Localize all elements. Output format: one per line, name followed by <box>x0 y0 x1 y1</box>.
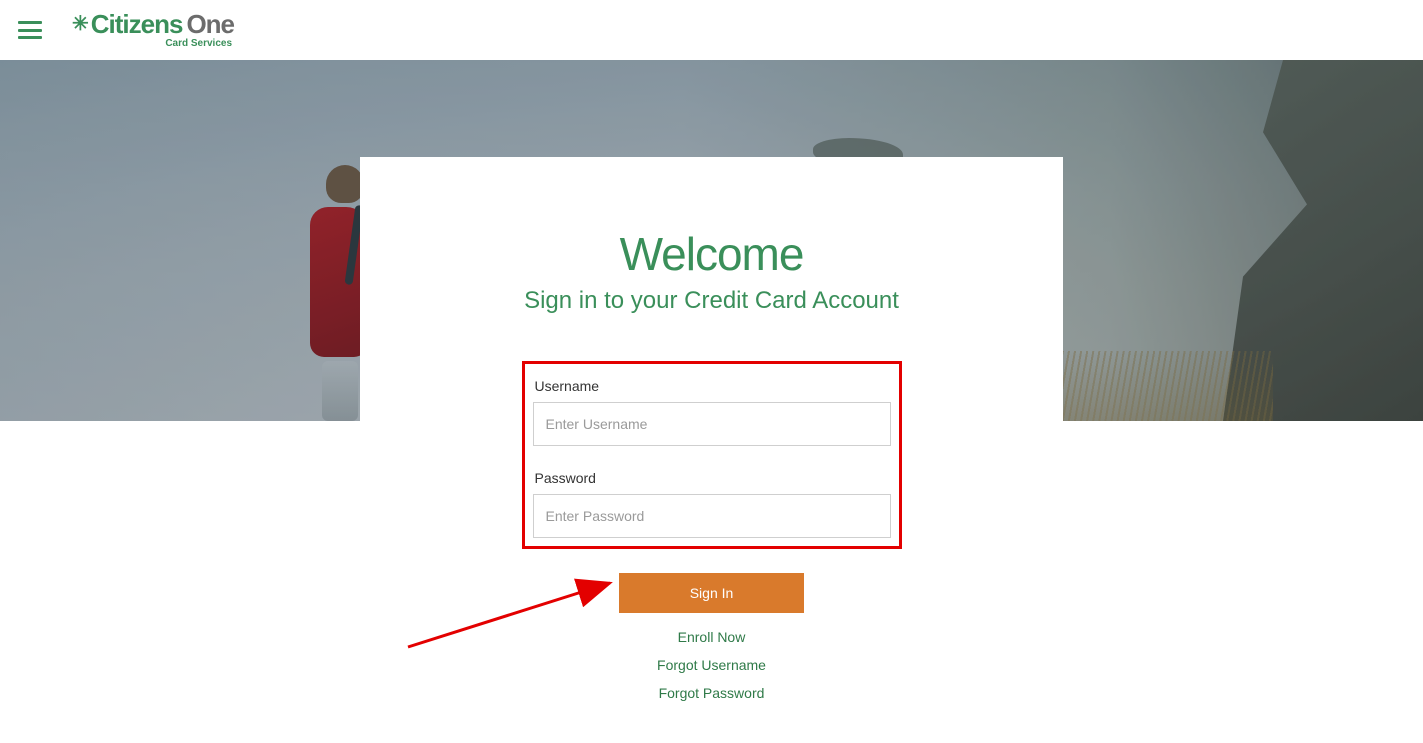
brand-tagline: Card Services <box>72 39 232 49</box>
brand-name-secondary: One <box>186 11 234 37</box>
forgot-username-link[interactable]: Forgot Username <box>657 657 766 673</box>
enroll-link[interactable]: Enroll Now <box>678 629 746 645</box>
brand-logo[interactable]: ✳ Citizens One Card Services <box>72 11 234 49</box>
page-subtitle: Sign in to your Credit Card Account <box>430 287 993 315</box>
forgot-password-link[interactable]: Forgot Password <box>659 685 765 701</box>
username-label: Username <box>535 378 891 394</box>
signin-card: Welcome Sign in to your Credit Card Acco… <box>360 157 1063 743</box>
app-header: ✳ Citizens One Card Services <box>0 0 1423 60</box>
credentials-highlight-box: Username Password <box>522 361 902 549</box>
page-title: Welcome <box>430 227 993 281</box>
password-label: Password <box>535 470 891 486</box>
password-input[interactable] <box>533 494 891 538</box>
hamburger-menu-icon[interactable] <box>18 21 42 39</box>
brand-mark-icon: ✳ <box>72 14 89 34</box>
brand-name-primary: Citizens <box>91 11 183 37</box>
signin-button[interactable]: Sign In <box>619 573 804 613</box>
username-input[interactable] <box>533 402 891 446</box>
